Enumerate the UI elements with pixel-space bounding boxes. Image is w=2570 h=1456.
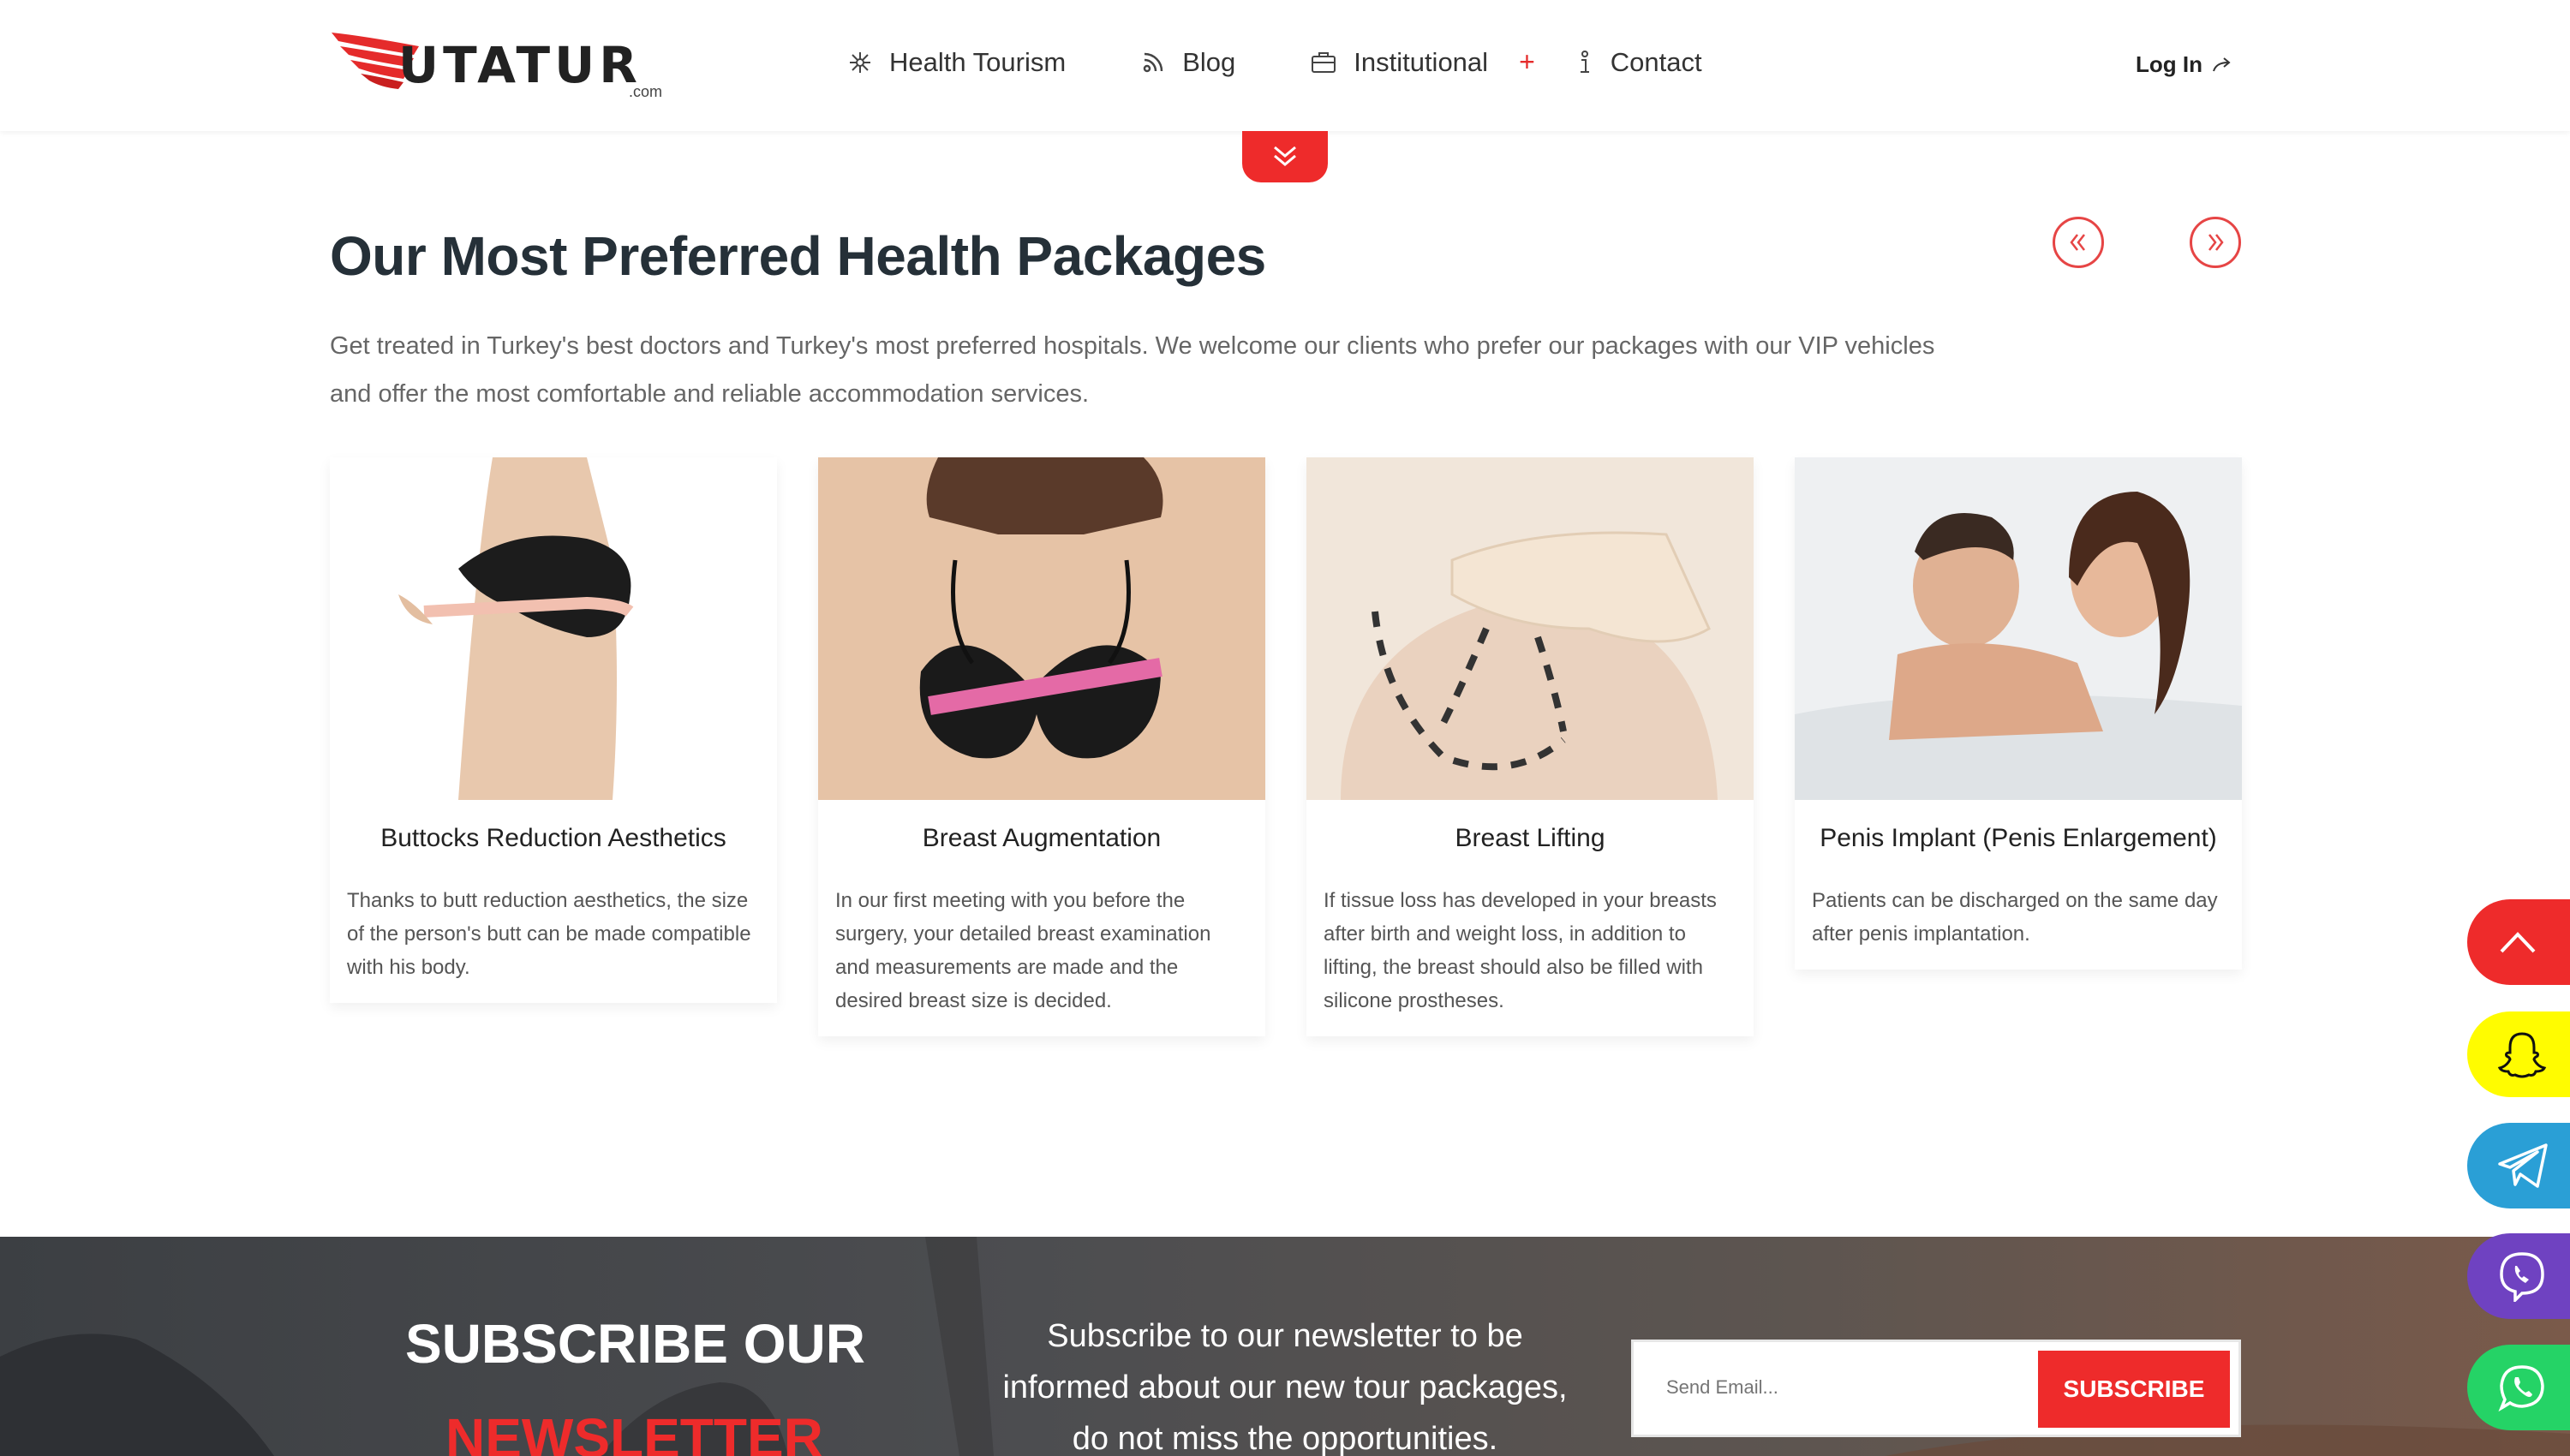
info-icon (1580, 50, 1589, 73)
medical-icon (850, 51, 870, 73)
email-input[interactable] (1666, 1376, 2009, 1399)
login-arrow-icon (2213, 57, 2231, 71)
package-card[interactable]: Breast Lifting If tissue loss has develo… (1306, 457, 1754, 1036)
whatsapp-button[interactable] (2467, 1345, 2570, 1430)
telegram-icon (2498, 1143, 2548, 1188)
newsletter-form: SUBSCRIBE (1631, 1340, 2241, 1437)
package-description: If tissue loss has developed in your bre… (1324, 889, 1717, 1012)
newsletter-section: SUBSCRIBE OUR NEWSLETTER Subscribe to ou… (0, 1237, 2570, 1456)
package-description: Thanks to butt reduction aesthetics, the… (347, 889, 751, 979)
snapchat-button[interactable] (2467, 1011, 2570, 1097)
nav-label: Health Tourism (889, 46, 1067, 77)
package-card[interactable]: Penis Implant (Penis Enlargement) Patien… (1795, 457, 2242, 970)
site-header: UTATUR .com Health Tourism Blog Institut… (0, 0, 2570, 131)
nav-label: Institutional (1354, 46, 1489, 77)
briefcase-icon (1312, 51, 1336, 73)
package-image (330, 457, 777, 800)
nav-institutional[interactable]: Institutional + (1311, 46, 1535, 78)
logo-subtext: .com (628, 83, 662, 100)
nav-health-tourism[interactable]: Health Tourism (848, 47, 1066, 78)
nav-blog[interactable]: Blog (1141, 47, 1235, 78)
double-chevron-left-icon (2070, 234, 2085, 251)
logo[interactable]: UTATUR .com (330, 31, 664, 101)
chevron-up-icon (2500, 932, 2536, 953)
nav-label: Blog (1182, 46, 1236, 77)
package-title: Breast Augmentation (922, 824, 1162, 852)
package-card[interactable]: Breast Augmentation In our first meeting… (818, 457, 1265, 1036)
nav-contact[interactable]: Contact (1576, 47, 1702, 78)
package-card[interactable]: Buttocks Reduction Aesthetics Thanks to … (330, 457, 777, 1003)
package-image (1795, 457, 2242, 800)
newsletter-title-accent: NEWSLETTER (445, 1407, 823, 1456)
carousel-prev-button[interactable] (2053, 217, 2104, 268)
nav-label: Contact (1610, 46, 1702, 77)
viber-icon (2500, 1252, 2544, 1302)
double-chevron-down-icon (1274, 146, 1296, 166)
package-description: Patients can be discharged on the same d… (1812, 889, 2218, 946)
package-image (818, 457, 1265, 800)
scroll-top-button[interactable] (2467, 899, 2570, 985)
package-image (1306, 457, 1754, 800)
logo-text: UTATUR (398, 36, 642, 94)
package-title: Buttocks Reduction Aesthetics (380, 824, 726, 852)
menu-toggle-button[interactable] (1242, 131, 1328, 182)
login-button[interactable]: Log In (2136, 51, 2235, 78)
package-description: In our first meeting with you before the… (835, 889, 1211, 1012)
package-title: Breast Lifting (1455, 824, 1605, 852)
section-description: Get treated in Turkey's best doctors and… (330, 332, 1935, 408)
snapchat-icon (2497, 1032, 2547, 1078)
carousel-next-button[interactable] (2190, 217, 2241, 268)
newsletter-title: SUBSCRIBE OUR (405, 1313, 865, 1375)
rss-icon (1143, 52, 1163, 72)
subscribe-button[interactable]: SUBSCRIBE (2038, 1351, 2230, 1428)
package-title: Penis Implant (Penis Enlargement) (1820, 824, 2217, 852)
section-title: Our Most Preferred Health Packages (330, 225, 1266, 287)
double-chevron-right-icon (2208, 234, 2224, 251)
newsletter-description: Subscribe to our newsletter to be inform… (1002, 1318, 1568, 1456)
viber-button[interactable] (2467, 1233, 2570, 1319)
login-label: Log In (2136, 51, 2202, 77)
whatsapp-icon (2498, 1365, 2544, 1412)
plus-icon[interactable]: + (1519, 46, 1535, 78)
main-nav: Health Tourism Blog Institutional + Cont… (848, 46, 1778, 78)
telegram-button[interactable] (2467, 1123, 2570, 1208)
